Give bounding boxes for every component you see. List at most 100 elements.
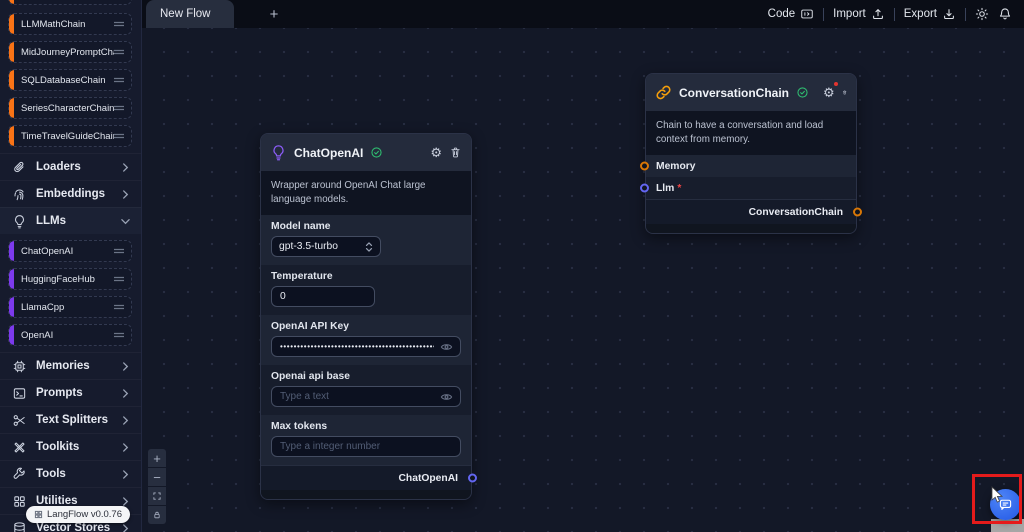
- field-label: Openai api base: [271, 371, 350, 383]
- topbar-actions: Code Import Export: [768, 7, 1024, 21]
- chain-label: MidJourneyPromptChain: [21, 46, 114, 58]
- tab-new-flow[interactable]: New Flow: [146, 0, 234, 28]
- chevron-right-icon: [123, 415, 129, 425]
- drag-handle-icon: [114, 49, 124, 55]
- sidebar-section-llms[interactable]: LLMs: [0, 207, 141, 234]
- node-header[interactable]: ConversationChain ⚙: [646, 74, 856, 111]
- code-button[interactable]: Code: [768, 7, 815, 21]
- section-label: Tools: [36, 468, 66, 480]
- node-chatopenai[interactable]: ChatOpenAI ⚙ Wrapper around OpenAI Chat …: [260, 133, 477, 501]
- fit-view-button[interactable]: [148, 487, 166, 505]
- sidebar-section-text-splitters[interactable]: Text Splitters: [0, 406, 141, 433]
- database-icon: [14, 521, 25, 532]
- input-label: Llm: [656, 182, 675, 194]
- sidebar-item-sqldatabasechain[interactable]: SQLDatabaseChain: [8, 69, 132, 91]
- sidebar-section-embeddings[interactable]: Embeddings: [0, 180, 141, 207]
- chevron-right-icon: [123, 496, 129, 506]
- export-button[interactable]: Export: [904, 7, 956, 21]
- sidebar-item-seriescharacterchain[interactable]: SeriesCharacterChain: [8, 97, 132, 119]
- output-handle[interactable]: [853, 207, 862, 217]
- gear-icon: ⚙: [823, 85, 835, 101]
- zoom-out-button[interactable]: −: [148, 468, 166, 486]
- field-temperature: Temperature: [261, 265, 471, 316]
- chevron-right-icon: [123, 361, 129, 371]
- sidebar-item-timetravelguidechain[interactable]: TimeTravelGuideChain: [8, 125, 132, 147]
- version-badge[interactable]: LangFlow v0.0.76: [26, 506, 130, 523]
- llm-input-handle[interactable]: [640, 183, 649, 193]
- field-max-tokens: Max tokens: [261, 415, 471, 466]
- model-name-select[interactable]: gpt-3.5-turbo: [271, 236, 381, 258]
- sidebar-item-llmmathchain[interactable]: LLMMathChain: [8, 13, 132, 35]
- sidebar-section-loaders[interactable]: Loaders: [0, 153, 141, 180]
- chevron-right-icon: [123, 189, 129, 199]
- code-label: Code: [767, 8, 796, 20]
- sidebar-section-tools[interactable]: Tools: [0, 460, 141, 487]
- terminal-icon: [13, 387, 26, 399]
- sidebar-item-llamacpp[interactable]: LlamaCpp: [8, 296, 132, 318]
- sidebar-item-openai[interactable]: OpenAI: [8, 324, 132, 346]
- required-asterisk: *: [677, 182, 682, 194]
- sidebar-item-huggingfacehub[interactable]: HuggingFaceHub: [8, 268, 132, 290]
- field-model-name: Model name gpt-3.5-turbo: [261, 215, 471, 266]
- gear-icon: ⚙: [430, 145, 442, 161]
- node-output-row: ChatOpenAI: [261, 465, 477, 491]
- trash-icon[interactable]: [449, 146, 462, 159]
- cpu-icon: [13, 360, 26, 372]
- output-label: ConversationChain: [748, 206, 843, 218]
- field-api-base: Openai api base: [261, 365, 471, 416]
- notifications-button[interactable]: [998, 7, 1012, 21]
- temperature-input[interactable]: [271, 286, 375, 308]
- wrench-icon: [13, 467, 25, 479]
- canvas-controls: + −: [148, 449, 166, 524]
- input-row-llm: Llm *: [640, 177, 856, 200]
- divider: [823, 7, 825, 21]
- trash-icon[interactable]: [842, 86, 847, 99]
- sidebar-section-toolkits[interactable]: Toolkits: [0, 433, 141, 460]
- model-name-value: gpt-3.5-turbo: [279, 241, 338, 253]
- chat-button[interactable]: [990, 489, 1021, 520]
- output-handle[interactable]: [468, 473, 477, 483]
- node-output-row: ConversationChain: [646, 199, 862, 225]
- import-button[interactable]: Import: [833, 7, 885, 21]
- zoom-in-button[interactable]: +: [148, 449, 166, 467]
- new-tab-button[interactable]: +: [264, 4, 284, 24]
- node-footer: [261, 490, 471, 500]
- node-title: ChatOpenAI: [294, 145, 364, 160]
- topbar: New Flow + Code Import Export: [142, 0, 1024, 28]
- sidebar-section-prompts[interactable]: Prompts: [0, 379, 141, 406]
- divider: [965, 7, 966, 21]
- node-settings-button[interactable]: ⚙: [823, 81, 838, 102]
- node-header[interactable]: ChatOpenAI ⚙: [261, 134, 471, 171]
- drag-handle-icon: [114, 332, 124, 338]
- divider: [893, 7, 895, 21]
- node-conversationchain[interactable]: ConversationChain ⚙ Chain to have a conv…: [640, 73, 862, 235]
- llm-label: LlamaCpp: [21, 301, 65, 313]
- theme-toggle-button[interactable]: [975, 7, 989, 21]
- api-base-input[interactable]: [271, 386, 461, 408]
- section-label: Embeddings: [36, 188, 106, 200]
- sidebar-item-midjourneypromptchain[interactable]: MidJourneyPromptChain: [8, 41, 132, 63]
- lock-button[interactable]: [148, 506, 166, 524]
- max-tokens-input[interactable]: [271, 436, 461, 458]
- node-footer: [646, 224, 856, 234]
- paperclip-icon: [14, 161, 24, 172]
- upload-icon: [872, 9, 883, 19]
- drag-handle-icon: [114, 248, 124, 254]
- sidebar-item-chatopenai[interactable]: ChatOpenAI: [8, 240, 132, 262]
- sidebar-section-memories[interactable]: Memories: [0, 352, 141, 379]
- eye-icon[interactable]: [440, 390, 453, 403]
- llm-label: ChatOpenAI: [21, 245, 74, 257]
- bottom-right-fragment: [991, 519, 1024, 532]
- chain-label: TimeTravelGuideChain: [21, 130, 114, 142]
- grid-small-icon: [34, 510, 43, 519]
- sidebar-chain-card-partial[interactable]: [8, 0, 132, 5]
- flow-canvas[interactable]: ChatOpenAI ⚙ Wrapper around OpenAI Chat …: [142, 28, 1024, 532]
- input-row-memory: Memory: [640, 155, 856, 178]
- eye-icon[interactable]: [440, 340, 453, 353]
- node-settings-button[interactable]: ⚙: [430, 144, 442, 162]
- memory-input-handle[interactable]: [640, 161, 649, 171]
- api-key-input[interactable]: [271, 336, 461, 358]
- section-label: LLMs: [36, 215, 67, 227]
- chat-bubble-icon: [999, 499, 1012, 510]
- valid-check-icon: [797, 87, 808, 98]
